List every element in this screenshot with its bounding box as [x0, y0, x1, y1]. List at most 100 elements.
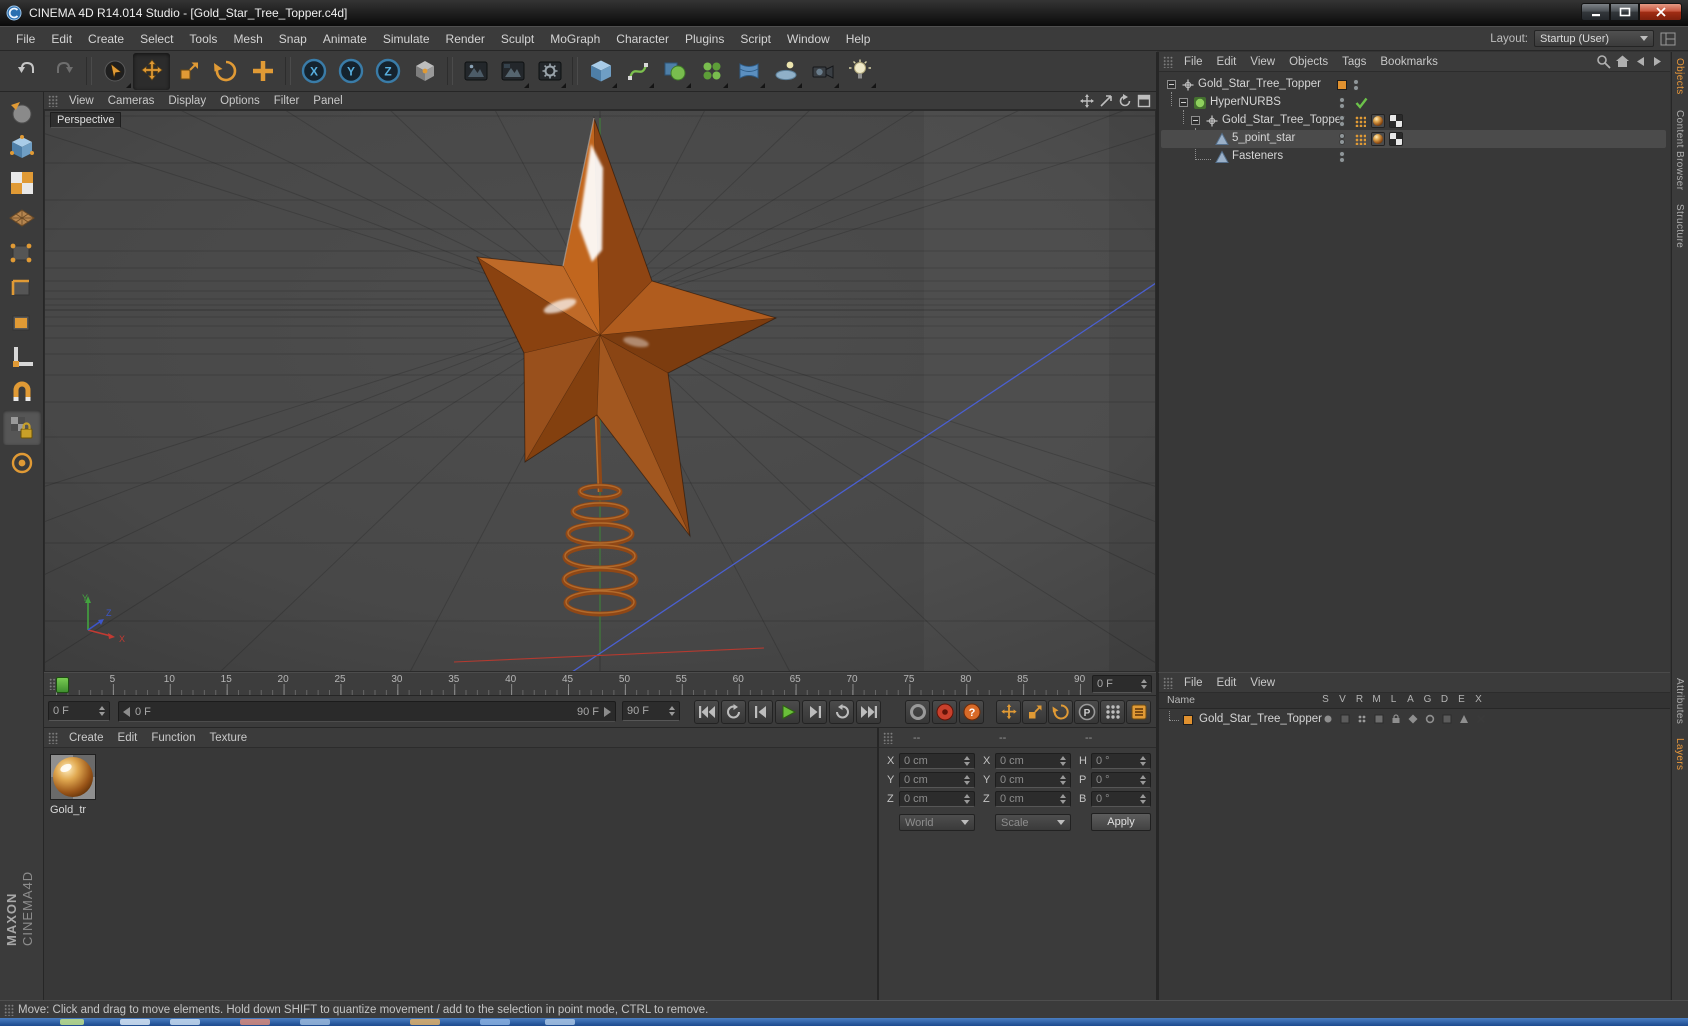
material-menu-item-create[interactable]: Create — [62, 730, 111, 746]
taskbar-icon[interactable] — [480, 1019, 510, 1025]
edges-mode-button[interactable] — [3, 270, 41, 305]
back-arrow-icon[interactable] — [1634, 54, 1647, 69]
menu-item-file[interactable]: File — [8, 29, 43, 49]
range-end-grip-icon[interactable] — [604, 706, 611, 717]
enabled-check-icon[interactable] — [1355, 97, 1368, 112]
record-scale-button[interactable] — [1022, 700, 1047, 724]
layer-color-tag[interactable] — [1337, 80, 1347, 90]
menu-item-edit[interactable]: Edit — [43, 29, 80, 49]
drag-handle-icon[interactable] — [48, 731, 58, 744]
taskbar-icon[interactable] — [300, 1019, 330, 1025]
spinner-arrows-icon[interactable] — [960, 756, 970, 766]
close-button[interactable] — [1639, 3, 1682, 21]
range-slider[interactable]: 0 F 90 F — [118, 701, 616, 722]
object-label[interactable]: Gold_Star_Tree_Topper — [1222, 114, 1345, 126]
selection-tag-icon[interactable] — [1355, 116, 1366, 127]
panel-splitter[interactable] — [1156, 52, 1158, 1000]
expand-toggle[interactable] — [1191, 116, 1200, 125]
viewport-menu-item-view[interactable]: View — [62, 93, 101, 109]
taskbar-start-orb[interactable] — [60, 1019, 84, 1025]
object-row[interactable]: Fasteners — [1161, 148, 1666, 166]
om-menu-item-objects[interactable]: Objects — [1282, 54, 1335, 70]
object-label[interactable]: Fasteners — [1232, 150, 1283, 162]
move-button[interactable] — [133, 52, 170, 90]
rotation-group-header[interactable]: -- — [1085, 732, 1092, 744]
size-z-field[interactable]: 0 cm — [995, 791, 1071, 807]
layer-view-toggle[interactable] — [1336, 714, 1353, 724]
object-label[interactable]: 5_point_star — [1232, 132, 1295, 144]
drag-handle-icon[interactable] — [1163, 55, 1173, 68]
spinner-arrows-icon[interactable] — [960, 775, 970, 785]
toggle-view-button[interactable] — [1136, 94, 1152, 108]
viewport-menu-item-filter[interactable]: Filter — [267, 93, 307, 109]
menu-item-mesh[interactable]: Mesh — [225, 29, 270, 49]
viewport-menu-item-options[interactable]: Options — [213, 93, 267, 109]
uvw-tag-icon[interactable] — [1389, 114, 1403, 128]
visibility-dots[interactable] — [1339, 151, 1345, 163]
home-icon[interactable] — [1615, 54, 1630, 69]
lock-z-button[interactable]: Z — [369, 53, 406, 90]
layer-row[interactable]: Gold_Star_Tree_Topper — [1161, 711, 1666, 729]
prev-frame-button[interactable] — [748, 700, 773, 724]
apply-button[interactable]: Apply — [1091, 813, 1151, 831]
spinner-arrows-icon[interactable] — [1136, 775, 1146, 785]
uvw-tag-icon[interactable] — [1389, 132, 1403, 146]
menu-item-script[interactable]: Script — [732, 29, 779, 49]
om-menu-item-tags[interactable]: Tags — [1335, 54, 1373, 70]
coordinate-system-button[interactable] — [406, 53, 443, 90]
jump-start-button[interactable] — [694, 700, 719, 724]
pan-view-button[interactable] — [1079, 93, 1095, 108]
rot-h-field[interactable]: 0 ° — [1091, 753, 1151, 769]
record-position-button[interactable] — [996, 700, 1021, 724]
snap-button[interactable] — [3, 375, 41, 410]
rot-b-field[interactable]: 0 ° — [1091, 791, 1151, 807]
texture-tag-icon[interactable] — [1371, 132, 1385, 146]
layout-grid-icon[interactable] — [1660, 32, 1676, 46]
material-name-label[interactable]: Gold_tr — [50, 804, 86, 816]
playhead-marker[interactable] — [56, 677, 69, 693]
next-frame-button[interactable] — [802, 700, 827, 724]
record-parameter-button[interactable]: P — [1074, 700, 1099, 724]
menu-item-simulate[interactable]: Simulate — [375, 29, 438, 49]
spinner-arrows-icon[interactable] — [1056, 775, 1066, 785]
texture-mode-button[interactable] — [3, 165, 41, 200]
layer-name-label[interactable]: Gold_Star_Tree_Topper — [1199, 713, 1322, 725]
layers-menu-item-view[interactable]: View — [1243, 675, 1282, 691]
spinner-arrows-icon[interactable] — [1136, 794, 1146, 804]
tab-objects[interactable]: Objects — [1674, 58, 1685, 95]
record-rotation-button[interactable] — [1048, 700, 1073, 724]
add-spline-button[interactable] — [619, 53, 656, 90]
pos-z-field[interactable]: 0 cm — [899, 791, 975, 807]
om-menu-item-view[interactable]: View — [1243, 54, 1282, 70]
prev-key-button[interactable] — [721, 700, 746, 724]
add-deformer-button[interactable] — [730, 53, 767, 90]
minimize-button[interactable] — [1581, 3, 1610, 21]
viewport-canvas[interactable]: Y X Z — [44, 110, 1156, 672]
timeline-ruler[interactable]: 5 10 15 20 25 30 35 40 45 50 55 60 65 70 75 80 85 90 0 F — [44, 672, 1156, 696]
spinner-arrows-icon[interactable] — [95, 706, 105, 716]
quantize-button[interactable] — [3, 445, 41, 480]
layer-lock-toggle[interactable] — [1387, 714, 1404, 724]
spinner-arrows-icon[interactable] — [960, 794, 970, 804]
menu-item-mograph[interactable]: MoGraph — [542, 29, 608, 49]
workplane-mode-button[interactable] — [3, 200, 41, 235]
visibility-dots[interactable] — [1339, 115, 1345, 127]
texture-tag-icon[interactable] — [1371, 114, 1385, 128]
model-mode-button[interactable] — [3, 130, 41, 165]
pos-y-field[interactable]: 0 cm — [899, 772, 975, 788]
zoom-view-button[interactable] — [1098, 94, 1114, 108]
make-editable-button[interactable] — [3, 95, 41, 130]
end-frame-box[interactable]: 90 F — [622, 701, 680, 721]
drag-handle-icon[interactable] — [48, 94, 58, 107]
size-x-field[interactable]: 0 cm — [995, 753, 1071, 769]
rot-p-field[interactable]: 0 ° — [1091, 772, 1151, 788]
drag-handle-icon[interactable] — [1163, 676, 1173, 689]
material-menu-item-texture[interactable]: Texture — [202, 730, 254, 746]
object-row[interactable]: HyperNURBS — [1161, 94, 1666, 112]
layer-generators-toggle[interactable] — [1421, 714, 1438, 724]
scale-combo[interactable]: Scale — [995, 814, 1071, 831]
menu-item-sculpt[interactable]: Sculpt — [493, 29, 542, 49]
taskbar-icon[interactable] — [240, 1019, 270, 1025]
visibility-dots[interactable] — [1339, 133, 1345, 145]
add-camera-button[interactable] — [804, 53, 841, 90]
